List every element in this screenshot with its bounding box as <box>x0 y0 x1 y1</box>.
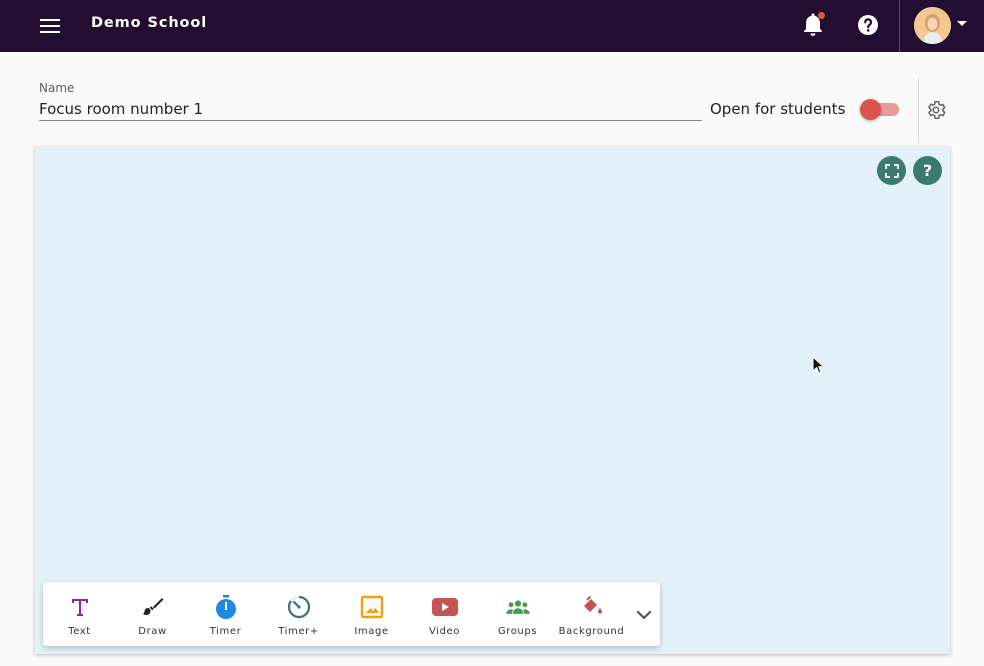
tool-background[interactable]: Background <box>555 582 628 646</box>
more-tools-button[interactable] <box>633 604 655 626</box>
notifications-button[interactable] <box>800 12 826 40</box>
app-bar: Demo School <box>0 0 984 52</box>
groups-icon <box>505 594 531 620</box>
notification-dot <box>818 12 825 19</box>
tool-draw[interactable]: Draw <box>116 582 189 646</box>
menu-icon <box>40 19 60 33</box>
tool-image[interactable]: Image <box>335 582 408 646</box>
menu-button[interactable] <box>36 12 64 40</box>
timer-plus-icon <box>286 594 312 620</box>
tool-label: Timer+ <box>278 626 319 637</box>
chevron-down-icon <box>636 610 652 620</box>
toggle-knob <box>860 99 881 120</box>
tool-groups[interactable]: Groups <box>481 582 554 646</box>
fullscreen-button[interactable] <box>877 156 906 185</box>
fullscreen-icon <box>884 163 899 178</box>
avatar-image <box>914 7 951 44</box>
name-label: Name <box>39 81 75 95</box>
help-icon <box>858 15 878 35</box>
school-name: Demo School <box>91 15 208 31</box>
open-for-students-label: Open for students <box>710 100 846 118</box>
canvas-help-icon: ? <box>922 161 933 180</box>
mouse-cursor-icon <box>812 356 825 374</box>
tool-video[interactable]: Video <box>408 582 481 646</box>
header-divider <box>899 0 900 52</box>
settings-divider <box>918 78 919 143</box>
image-icon <box>359 594 385 620</box>
tool-label: Image <box>354 626 389 637</box>
brush-icon <box>140 594 166 620</box>
tool-label: Text <box>68 626 91 637</box>
widget-toolbar: Text Draw Timer Timer+ Image Video Group… <box>43 582 660 646</box>
name-input[interactable] <box>39 97 702 121</box>
tool-timer-plus[interactable]: Timer+ <box>262 582 335 646</box>
avatar[interactable] <box>914 7 951 44</box>
tool-label: Draw <box>138 626 167 637</box>
help-button[interactable] <box>856 13 880 37</box>
stopwatch-icon <box>213 594 239 620</box>
tool-label: Timer <box>209 626 242 637</box>
tool-label: Background <box>558 626 625 637</box>
tool-timer[interactable]: Timer <box>189 582 262 646</box>
settings-button[interactable] <box>925 99 947 121</box>
tool-text[interactable]: Text <box>43 582 116 646</box>
caret-down-icon[interactable] <box>957 21 967 26</box>
tool-label: Video <box>428 626 461 637</box>
gear-icon <box>928 100 946 120</box>
text-icon <box>67 594 93 620</box>
canvas-help-button[interactable]: ? <box>913 156 942 185</box>
tool-label: Groups <box>497 626 538 637</box>
paint-bucket-icon <box>579 594 605 620</box>
open-for-students-toggle[interactable] <box>860 99 900 121</box>
room-canvas[interactable]: ? <box>35 147 950 654</box>
video-icon <box>432 594 458 620</box>
